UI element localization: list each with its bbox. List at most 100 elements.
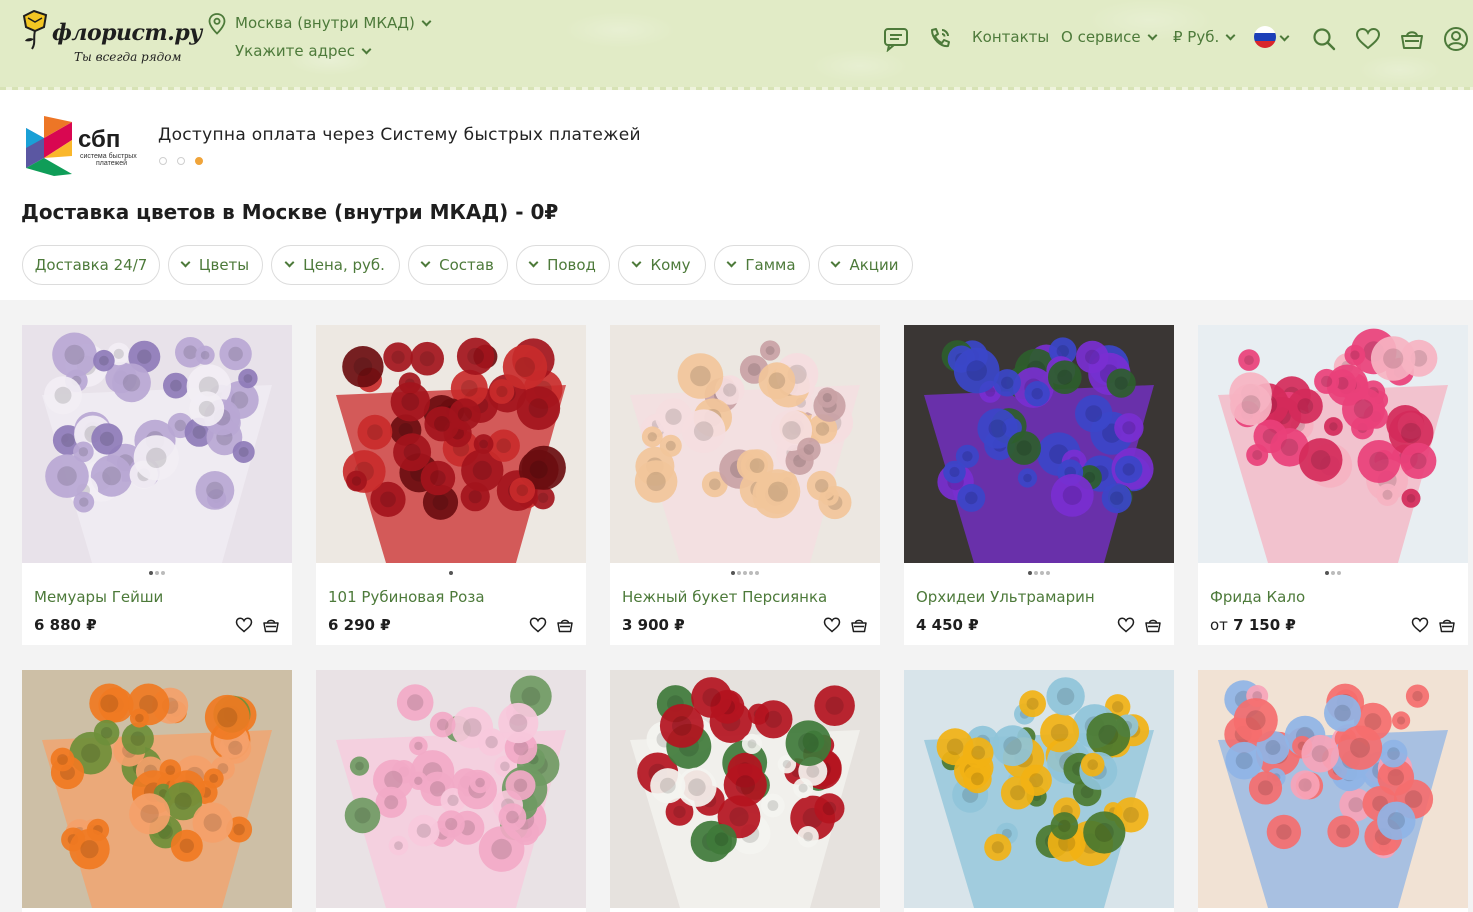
phone-icon[interactable]	[927, 26, 953, 52]
photo-pager-dot[interactable]	[1046, 571, 1050, 575]
photo-pager-dot[interactable]	[1028, 571, 1032, 575]
product-photo[interactable]	[610, 670, 880, 908]
city-select[interactable]: Москва (внутри МКАД)	[235, 14, 432, 32]
filter-promotions[interactable]: Акции	[818, 245, 913, 285]
heart-icon[interactable]	[1355, 26, 1381, 52]
product-photo[interactable]	[22, 670, 292, 908]
product-name[interactable]: 101 Рубиновая Роза	[328, 588, 485, 606]
product-name[interactable]: Фрида Кало	[1210, 588, 1305, 606]
photo-pager-dot[interactable]	[755, 571, 759, 575]
search-icon[interactable]	[1311, 26, 1337, 52]
product-price: 6 880 ₽	[34, 616, 97, 634]
price-value: 4 450 ₽	[916, 616, 979, 634]
currency-label: ₽ Руб.	[1173, 28, 1220, 46]
filter-composition[interactable]: Состав	[408, 245, 508, 285]
photo-pager-dot[interactable]	[743, 571, 747, 575]
photo-pager-dot[interactable]	[749, 571, 753, 575]
product-photo[interactable]	[22, 325, 292, 563]
nav-about-menu[interactable]: О сервисе	[1061, 28, 1158, 46]
product-card[interactable]	[316, 670, 586, 912]
banner-text[interactable]: Доступна оплата через Систему быстрых пл…	[158, 125, 641, 145]
banner-dot[interactable]	[177, 157, 185, 165]
product-photo[interactable]	[1198, 325, 1468, 563]
product-card[interactable]	[1198, 670, 1468, 912]
photo-pager[interactable]	[610, 571, 880, 575]
product-card[interactable]	[904, 670, 1174, 912]
product-photo[interactable]	[610, 325, 880, 563]
filter-occasion[interactable]: Повод	[516, 245, 610, 285]
add-to-cart-basket-icon[interactable]	[1438, 616, 1456, 634]
filter-delivery[interactable]: Доставка 24/7	[22, 245, 160, 285]
chevron-down-icon	[284, 257, 295, 267]
photo-pager-dot[interactable]	[155, 571, 159, 575]
favorite-heart-icon[interactable]	[235, 616, 253, 634]
address-select[interactable]: Укажите адрес	[235, 42, 372, 60]
location-pin-icon	[208, 13, 226, 35]
product-name[interactable]: Орхидеи Ультрамарин	[916, 588, 1095, 606]
add-to-cart-basket-icon[interactable]	[850, 616, 868, 634]
product-card[interactable]: Нежный букет Персиянка 3 900 ₽	[610, 325, 880, 645]
product-price: 6 290 ₽	[328, 616, 391, 634]
add-to-cart-basket-icon[interactable]	[1144, 616, 1162, 634]
product-photo[interactable]	[904, 325, 1174, 563]
filter-price[interactable]: Цена, руб.	[271, 245, 400, 285]
photo-pager[interactable]	[1198, 571, 1468, 575]
product-card[interactable]: Мемуары Гейши 6 880 ₽	[22, 325, 292, 645]
photo-pager-dot[interactable]	[1034, 571, 1038, 575]
chat-icon[interactable]	[883, 26, 909, 52]
photo-pager-dot[interactable]	[149, 571, 153, 575]
sbp-logo-text: сбп	[78, 126, 120, 153]
chevron-down-icon	[528, 257, 539, 267]
favorite-heart-icon[interactable]	[823, 616, 841, 634]
photo-pager-dot[interactable]	[1325, 571, 1329, 575]
favorite-heart-icon[interactable]	[1117, 616, 1135, 634]
site-logo[interactable]: флорист.ру Ты всегда рядом	[20, 8, 202, 68]
add-to-cart-basket-icon[interactable]	[556, 616, 574, 634]
logo-text: флорист.ру	[52, 20, 202, 46]
product-card[interactable]: Фрида Кало от 7 150 ₽	[1198, 325, 1468, 645]
product-photo[interactable]	[904, 670, 1174, 908]
banner-dot-active[interactable]	[195, 157, 203, 165]
photo-pager-dot[interactable]	[737, 571, 741, 575]
nav-contacts-link[interactable]: Контакты	[972, 28, 1049, 46]
photo-pager-dot[interactable]	[731, 571, 735, 575]
price-value: 7 150 ₽	[1233, 616, 1296, 634]
favorite-heart-icon[interactable]	[1411, 616, 1429, 634]
flag-russia-icon[interactable]	[1254, 26, 1276, 48]
product-card[interactable]	[610, 670, 880, 912]
photo-pager-dot[interactable]	[161, 571, 165, 575]
product-name[interactable]: Нежный букет Персиянка	[622, 588, 827, 606]
product-card[interactable]	[22, 670, 292, 912]
chevron-down-icon	[421, 16, 432, 27]
product-card[interactable]: Орхидеи Ультрамарин 4 450 ₽	[904, 325, 1174, 645]
filter-label: Доставка 24/7	[34, 256, 148, 274]
filter-label: Повод	[547, 256, 596, 274]
photo-pager[interactable]	[316, 571, 586, 575]
photo-pager-dot[interactable]	[1337, 571, 1341, 575]
basket-icon[interactable]	[1399, 26, 1425, 52]
filter-recipient[interactable]: Кому	[618, 245, 706, 285]
photo-pager-dot[interactable]	[1331, 571, 1335, 575]
photo-pager[interactable]	[22, 571, 292, 575]
filter-color[interactable]: Гамма	[714, 245, 810, 285]
product-photo[interactable]	[316, 325, 586, 563]
logo-slogan: Ты всегда рядом	[74, 50, 182, 64]
filter-label: Кому	[650, 256, 691, 274]
photo-pager-dot[interactable]	[449, 571, 453, 575]
photo-pager-dot[interactable]	[1040, 571, 1044, 575]
chevron-down-icon	[726, 257, 737, 267]
filter-flowers[interactable]: Цветы	[168, 245, 263, 285]
product-photo[interactable]	[316, 670, 586, 908]
product-name[interactable]: Мемуары Гейши	[34, 588, 163, 606]
favorite-heart-icon[interactable]	[529, 616, 547, 634]
product-photo[interactable]	[1198, 670, 1468, 908]
add-to-cart-basket-icon[interactable]	[262, 616, 280, 634]
banner-dot[interactable]	[159, 157, 167, 165]
user-icon[interactable]	[1443, 26, 1469, 52]
chevron-down-icon[interactable]	[1279, 31, 1290, 42]
photo-pager[interactable]	[904, 571, 1174, 575]
product-card[interactable]: 101 Рубиновая Роза 6 290 ₽	[316, 325, 586, 645]
currency-select[interactable]: ₽ Руб.	[1173, 28, 1236, 46]
bouquet-image	[22, 670, 292, 908]
sbp-logo[interactable]: сбп система быстрых платежей	[24, 116, 144, 176]
